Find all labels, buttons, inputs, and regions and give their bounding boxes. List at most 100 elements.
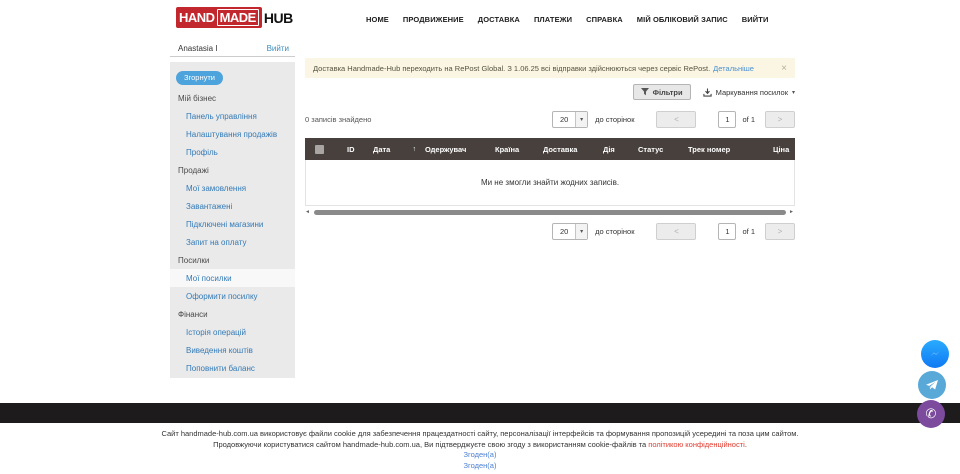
section-my-business: Мій бізнес xyxy=(170,89,295,107)
nav-payments[interactable]: ПЛАТЕЖИ xyxy=(534,15,572,24)
column-id[interactable]: ID xyxy=(342,138,368,160)
pagination-top: 20 ▾ до сторінок < of 1 > xyxy=(552,111,795,128)
table-body: Ми не змогли знайти жодних записів. xyxy=(305,160,795,206)
download-tray-icon xyxy=(703,88,712,97)
sidebar-item-connected-shops[interactable]: Підключені магазини xyxy=(170,215,295,233)
filters-button[interactable]: Фільтри xyxy=(633,84,691,100)
sidebar-item-my-orders[interactable]: Мої замовлення xyxy=(170,179,295,197)
agree-link-1[interactable]: Згоден(а) xyxy=(464,450,497,461)
top-header: HAND MADE HUB HOME ПРОДВИЖЕНИЕ ДОСТАВКА … xyxy=(0,0,960,38)
sidebar-item-operations-history[interactable]: Історія операцій xyxy=(170,323,295,341)
agree-link-2[interactable]: Згоден(а) xyxy=(464,461,497,472)
column-status[interactable]: Статус xyxy=(633,138,683,160)
scroll-left-icon[interactable]: ◄ xyxy=(305,209,311,215)
section-sales: Продажі xyxy=(170,161,295,179)
select-all-checkbox[interactable] xyxy=(315,145,324,154)
scrollbar-thumb[interactable] xyxy=(314,210,786,215)
filter-funnel-icon xyxy=(641,88,649,96)
parcels-table: ID Дата ↑ Одержувач Країна Доставка Дія … xyxy=(305,138,795,206)
sidebar-item-top-up-balance[interactable]: Поповнити баланс xyxy=(170,359,295,377)
next-page-button[interactable]: > xyxy=(765,223,795,240)
page-size-value: 20 xyxy=(553,224,575,239)
sidebar-item-uploaded[interactable]: Завантажені xyxy=(170,197,295,215)
handmade-hub-logo[interactable]: HAND MADE HUB xyxy=(176,7,293,28)
page-number-input[interactable] xyxy=(718,223,736,240)
logo-red-box: HAND MADE xyxy=(176,7,262,28)
sidebar-item-withdraw-funds[interactable]: Виведення коштів xyxy=(170,341,295,359)
nav-home[interactable]: HOME xyxy=(366,15,389,24)
column-action[interactable]: Дія xyxy=(598,138,633,160)
pagination-bottom: 20 ▾ до сторінок < of 1 > xyxy=(552,223,795,240)
nav-logout[interactable]: ВИЙТИ xyxy=(742,15,769,24)
records-count: 0 записів знайдено xyxy=(305,115,371,124)
per-page-label: до сторінок xyxy=(595,227,634,236)
toolbar: Фільтри Маркування посилок ▾ xyxy=(633,84,795,100)
viber-widget: ✆ xyxy=(917,400,945,428)
cookie-line2-text: Продовжуючи користуватися сайтом handmad… xyxy=(213,440,648,449)
page-number-input[interactable] xyxy=(718,111,736,128)
column-price[interactable]: Ціна xyxy=(768,138,795,160)
chevron-down-icon: ▾ xyxy=(580,228,583,235)
cookie-footer: Сайт handmade-hub.com.ua використовує фа… xyxy=(0,429,960,471)
telegram-plane-icon xyxy=(924,377,940,393)
collapse-sidebar-button[interactable]: Згорнути xyxy=(176,71,223,85)
scroll-right-icon[interactable]: ► xyxy=(789,209,795,215)
sidebar-item-create-parcel[interactable]: Оформити посилку xyxy=(170,287,295,305)
nav-promotion[interactable]: ПРОДВИЖЕНИЕ xyxy=(403,15,464,24)
per-page-label: до сторінок xyxy=(595,115,634,124)
empty-message: Ми не змогли знайти жодних записів. xyxy=(481,178,619,187)
prev-page-button[interactable]: < xyxy=(656,111,696,128)
sidebar-item-my-parcels[interactable]: Мої посилки xyxy=(170,269,295,287)
main-nav: HOME ПРОДВИЖЕНИЕ ДОСТАВКА ПЛАТЕЖИ СПРАВК… xyxy=(366,0,768,38)
page: HAND MADE HUB HOME ПРОДВИЖЕНИЕ ДОСТАВКА … xyxy=(0,0,960,474)
banner-details-link[interactable]: Детальніше xyxy=(713,64,754,73)
privacy-policy-link[interactable]: політикою конфіденційності xyxy=(648,440,745,449)
chevron-down-icon: ▾ xyxy=(580,116,583,123)
column-date[interactable]: Дата ↑ xyxy=(368,138,420,160)
viber-phone-glyph: ✆ xyxy=(926,406,937,422)
messenger-bolt-icon xyxy=(927,346,943,362)
telegram-icon[interactable] xyxy=(918,371,946,399)
filters-button-label: Фільтри xyxy=(653,88,683,97)
messenger-icon[interactable] xyxy=(921,340,949,368)
select-all-cell xyxy=(305,138,342,160)
prev-page-button[interactable]: < xyxy=(656,223,696,240)
parcel-marking-button[interactable]: Маркування посилок ▾ xyxy=(703,88,795,97)
sidebar-item-payment-request[interactable]: Запит на оплату xyxy=(170,233,295,251)
nav-delivery[interactable]: ДОСТАВКА xyxy=(478,15,520,24)
banner-text: Доставка Handmade-Hub переходить на RePo… xyxy=(313,64,710,73)
section-parcels: Посилки xyxy=(170,251,295,269)
column-recipient[interactable]: Одержувач xyxy=(420,138,490,160)
column-delivery[interactable]: Доставка xyxy=(538,138,598,160)
page-of-label: of 1 xyxy=(742,227,755,236)
page-size-select[interactable]: 20 ▾ xyxy=(552,223,588,240)
results-row: 0 записів знайдено 20 ▾ до сторінок < of… xyxy=(305,110,795,128)
footer-bar xyxy=(0,403,960,423)
telegram-widget xyxy=(918,371,946,399)
next-page-button[interactable]: > xyxy=(765,111,795,128)
chevron-down-icon: ▾ xyxy=(792,89,795,96)
messenger-widget xyxy=(921,340,949,368)
close-icon[interactable]: × xyxy=(781,63,787,74)
page-size-select[interactable]: 20 ▾ xyxy=(552,111,588,128)
column-country[interactable]: Країна xyxy=(490,138,538,160)
sort-asc-icon: ↑ xyxy=(413,146,417,153)
page-of-label: of 1 xyxy=(742,115,755,124)
cookie-line2-suffix: . xyxy=(745,440,747,449)
cookie-line2: Продовжуючи користуватися сайтом handmad… xyxy=(0,440,960,451)
sidebar-item-profile[interactable]: Профіль xyxy=(170,143,295,161)
sidebar: Згорнути Мій бізнес Панель управління На… xyxy=(170,62,295,378)
column-track-number[interactable]: Трек номер xyxy=(683,138,768,160)
viber-icon[interactable]: ✆ xyxy=(917,400,945,428)
logo-hand-text: HAND xyxy=(179,10,215,25)
sidebar-item-control-panel[interactable]: Панель управління xyxy=(170,107,295,125)
cookie-line1: Сайт handmade-hub.com.ua використовує фа… xyxy=(0,429,960,440)
sidebar-item-sales-settings[interactable]: Налаштування продажів xyxy=(170,125,295,143)
logo-made-text: MADE xyxy=(217,9,259,26)
parcel-marking-label: Маркування посилок xyxy=(716,88,788,97)
notification-banner: Доставка Handmade-Hub переходить на RePo… xyxy=(305,58,795,78)
horizontal-scrollbar: ◄ ► xyxy=(305,208,795,216)
nav-account[interactable]: МІЙ ОБЛІКОВИЙ ЗАПИС xyxy=(637,15,728,24)
nav-help[interactable]: СПРАВКА xyxy=(586,15,623,24)
logout-link[interactable]: Вийти xyxy=(267,44,289,53)
